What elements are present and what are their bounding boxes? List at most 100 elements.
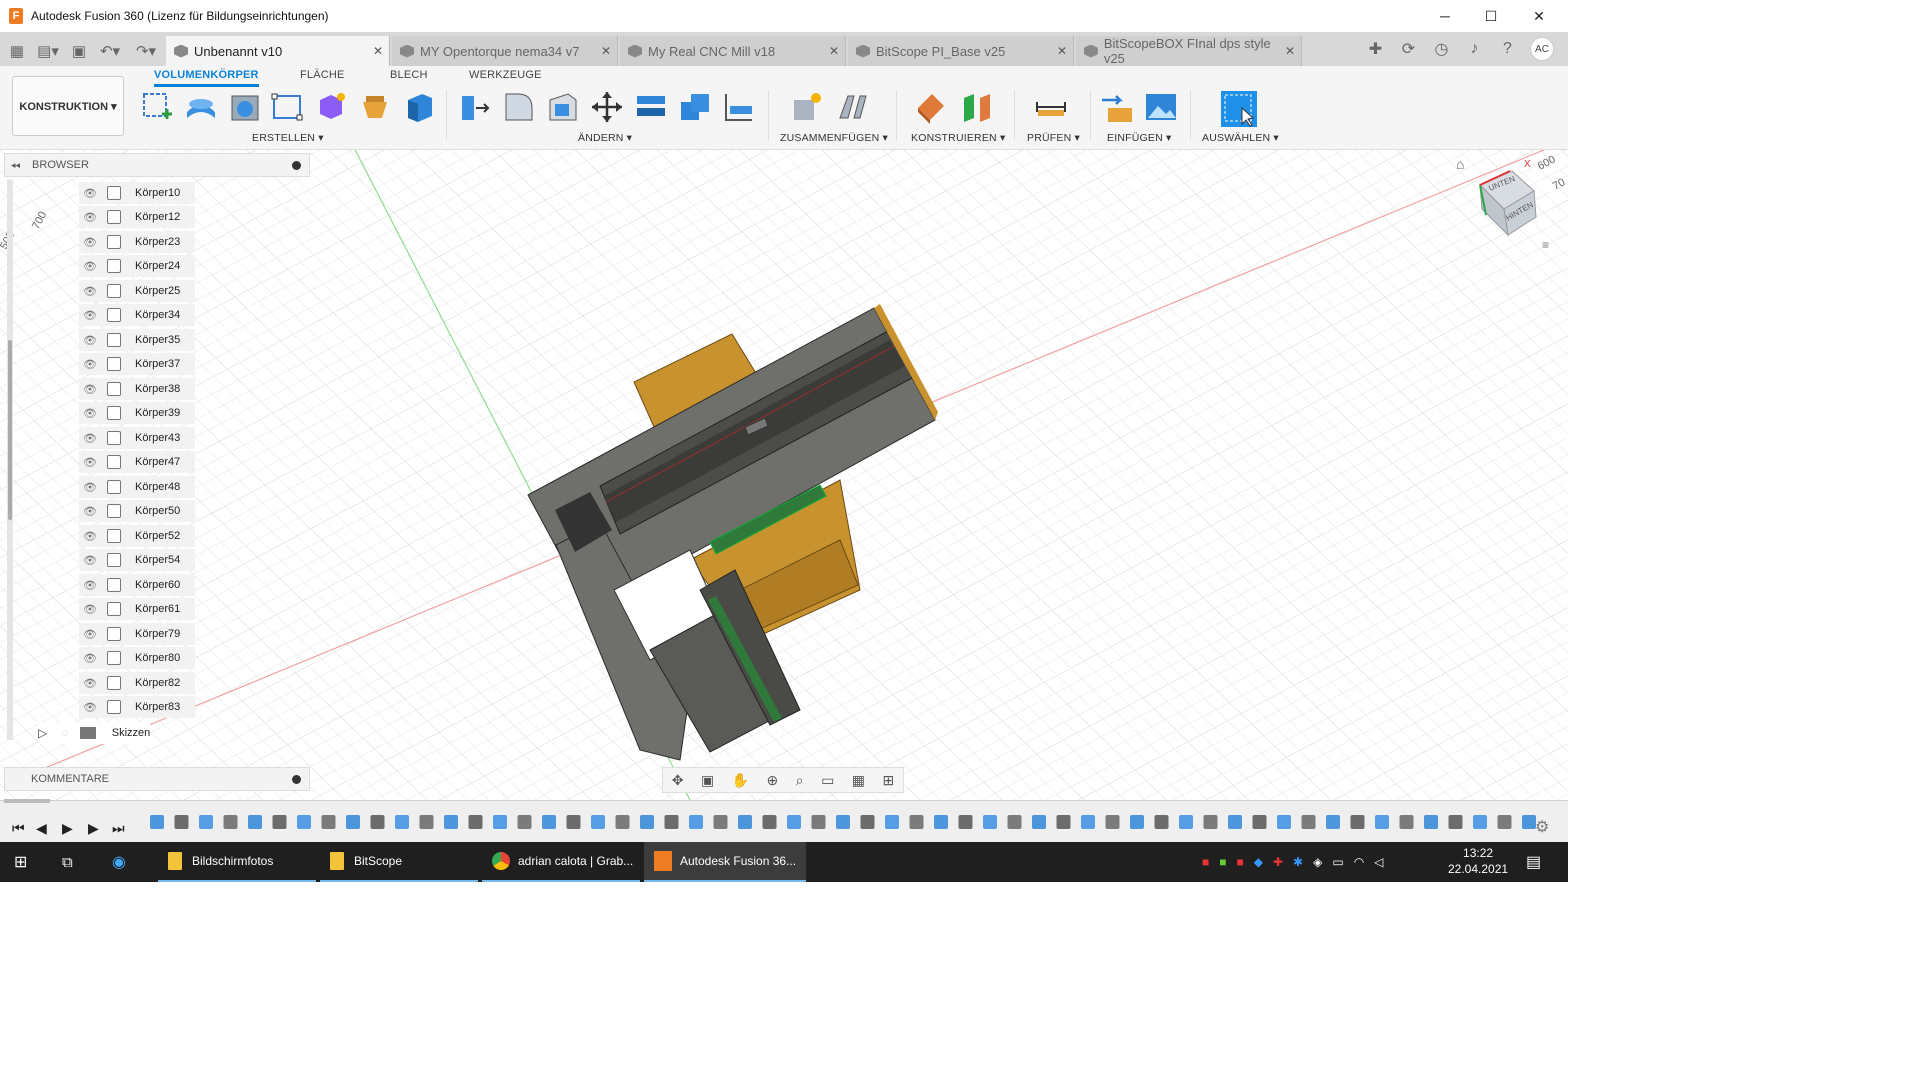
avatar[interactable]: AC	[1530, 37, 1554, 61]
tab-cnc-mill[interactable]: My Real CNC Mill v18 ✕	[620, 36, 846, 66]
tab-close-icon[interactable]: ✕	[1285, 44, 1295, 58]
eye-icon[interactable]: 👁	[81, 432, 99, 445]
timeline-feature[interactable]	[615, 815, 630, 829]
orbit-icon[interactable]: ✥	[672, 772, 684, 789]
taskbar-chrome[interactable]: adrian calota | Grab...	[482, 842, 640, 882]
timeline-feature[interactable]	[1399, 815, 1414, 829]
timeline-feature[interactable]	[272, 815, 287, 829]
list-item[interactable]: 👁 Körper83	[79, 696, 195, 718]
timeline-feature[interactable]	[664, 815, 679, 829]
list-item[interactable]: 👁 Körper82	[79, 672, 195, 694]
timeline-feature[interactable]	[738, 815, 752, 829]
timeline-feature[interactable]	[713, 815, 728, 829]
list-item[interactable]: 👁 Körper43	[79, 427, 195, 449]
notifications-bell-icon[interactable]: ♪	[1458, 34, 1491, 64]
revolve-icon[interactable]	[228, 90, 262, 124]
job-status-clock-icon[interactable]: ◷	[1425, 34, 1458, 64]
timeline-feature[interactable]	[1007, 815, 1022, 829]
tab-werkzeuge[interactable]: WERKZEUGE	[469, 69, 542, 81]
pan-hand-icon[interactable]: ✋	[732, 772, 749, 789]
shield-icon[interactable]: ◆	[1254, 855, 1263, 869]
timeline-feature[interactable]	[689, 815, 703, 829]
list-item[interactable]: 👁 Körper38	[79, 378, 195, 400]
3d-viewport[interactable]: 700 600 500 70 ⌂	[0, 150, 1568, 800]
timeline-feature[interactable]	[1179, 815, 1193, 829]
comments-panel-header[interactable]: KOMMENTARE	[4, 767, 310, 791]
antivirus-icon[interactable]: ✚	[1273, 855, 1283, 869]
timeline-feature[interactable]	[1228, 815, 1242, 829]
fit-icon[interactable]: ⌕	[796, 772, 804, 789]
add-comment-icon[interactable]	[292, 774, 301, 784]
extrude-icon[interactable]	[184, 90, 218, 124]
group-konstruieren[interactable]: KONSTRUIEREN ▾	[911, 132, 1005, 144]
taskbar-bildschirmfotos[interactable]: Bildschirmfotos	[158, 842, 316, 882]
group-pruefen[interactable]: PRÜFEN ▾	[1027, 132, 1080, 144]
redo-icon[interactable]: ↷▾	[128, 36, 164, 66]
timeline-feature[interactable]	[762, 815, 777, 829]
timeline-feature[interactable]	[150, 815, 164, 829]
id-app-icon[interactable]: ■	[1202, 855, 1209, 869]
timeline-next-icon[interactable]: ▶	[88, 820, 99, 837]
eye-icon[interactable]: 👁	[81, 456, 99, 469]
timeline-feature[interactable]	[1522, 815, 1536, 829]
timeline-feature[interactable]	[811, 815, 826, 829]
timeline-feature[interactable]	[248, 815, 262, 829]
viewcube-menu-icon[interactable]: ≡	[1542, 238, 1549, 252]
look-at-icon[interactable]: ▣	[701, 772, 714, 789]
timeline-feature[interactable]	[1424, 815, 1438, 829]
eye-icon[interactable]: 👁	[81, 407, 99, 420]
list-item[interactable]: 👁 Körper23	[79, 231, 195, 253]
timeline-feature[interactable]	[1203, 815, 1218, 829]
battery-icon[interactable]: ▭	[1332, 855, 1343, 869]
viewports-icon[interactable]: ⊞	[882, 772, 894, 789]
timeline-feature[interactable]	[1056, 815, 1071, 829]
view-cube[interactable]: UNTEN HINTEN X	[1472, 157, 1542, 247]
group-zusammenfuegen[interactable]: ZUSAMMENFÜGEN ▾	[780, 132, 888, 144]
timeline-feature[interactable]	[1032, 815, 1046, 829]
eye-icon[interactable]: 👁	[81, 554, 99, 567]
joint-icon[interactable]	[836, 90, 870, 124]
timeline-feature[interactable]	[958, 815, 973, 829]
tab-close-icon[interactable]: ✕	[829, 44, 839, 58]
list-item[interactable]: 👁 Körper10	[79, 182, 195, 204]
box-icon[interactable]	[402, 90, 436, 124]
select-icon[interactable]	[1220, 90, 1258, 128]
maximize-button[interactable]: ☐	[1468, 0, 1514, 32]
timeline-feature[interactable]	[468, 815, 483, 829]
insert-svg-icon[interactable]	[1100, 90, 1134, 124]
list-item[interactable]: 👁 Körper35	[79, 329, 195, 351]
bluetooth-icon[interactable]: ✱	[1293, 855, 1303, 869]
timeline-feature[interactable]	[223, 815, 238, 829]
eye-icon[interactable]: 👁	[81, 677, 99, 690]
create-sketch-icon[interactable]	[140, 90, 174, 124]
tab-bitscopebox[interactable]: BitScopeBOX FInal dps style v25 ✕	[1076, 36, 1302, 66]
timeline-feature[interactable]	[566, 815, 581, 829]
eye-icon[interactable]: 👁	[81, 505, 99, 518]
browser-panel-header[interactable]: ◂◂ BROWSER	[4, 153, 310, 177]
group-erstellen[interactable]: ERSTELLEN ▾	[252, 132, 324, 144]
list-item[interactable]: 👁 Körper48	[79, 476, 195, 498]
eye-icon[interactable]: 👁	[81, 701, 99, 714]
timeline-feature[interactable]	[174, 815, 189, 829]
timeline-feature[interactable]	[1105, 815, 1120, 829]
list-item[interactable]: 👁 Körper24	[79, 255, 195, 277]
group-einfuegen[interactable]: EINFÜGEN ▾	[1107, 132, 1171, 144]
mcafee-icon[interactable]: ■	[1237, 855, 1244, 869]
eye-icon[interactable]: 👁	[81, 309, 99, 322]
eye-icon[interactable]: 👁	[81, 481, 99, 494]
timeline-feature[interactable]	[419, 815, 434, 829]
grid-settings-icon[interactable]: ▦	[852, 772, 865, 789]
list-item[interactable]: 👁 Körper39	[79, 402, 195, 424]
list-item[interactable]: 👁 Körper60	[79, 574, 195, 596]
clock[interactable]: 13:22 22.04.2021	[1448, 845, 1508, 877]
eye-icon[interactable]: 👁	[81, 236, 99, 249]
timeline-feature[interactable]	[444, 815, 458, 829]
shell-icon[interactable]	[546, 90, 580, 124]
wifi-icon[interactable]: ◠	[1354, 855, 1364, 869]
tab-close-icon[interactable]: ✕	[1057, 44, 1067, 58]
list-item[interactable]: 👁 Körper47	[79, 451, 195, 473]
timeline-feature[interactable]	[1350, 815, 1365, 829]
eye-icon[interactable]: 👁	[81, 334, 99, 347]
timeline-feature[interactable]	[1473, 815, 1487, 829]
file-menu-icon[interactable]: ▤▾	[30, 36, 66, 66]
